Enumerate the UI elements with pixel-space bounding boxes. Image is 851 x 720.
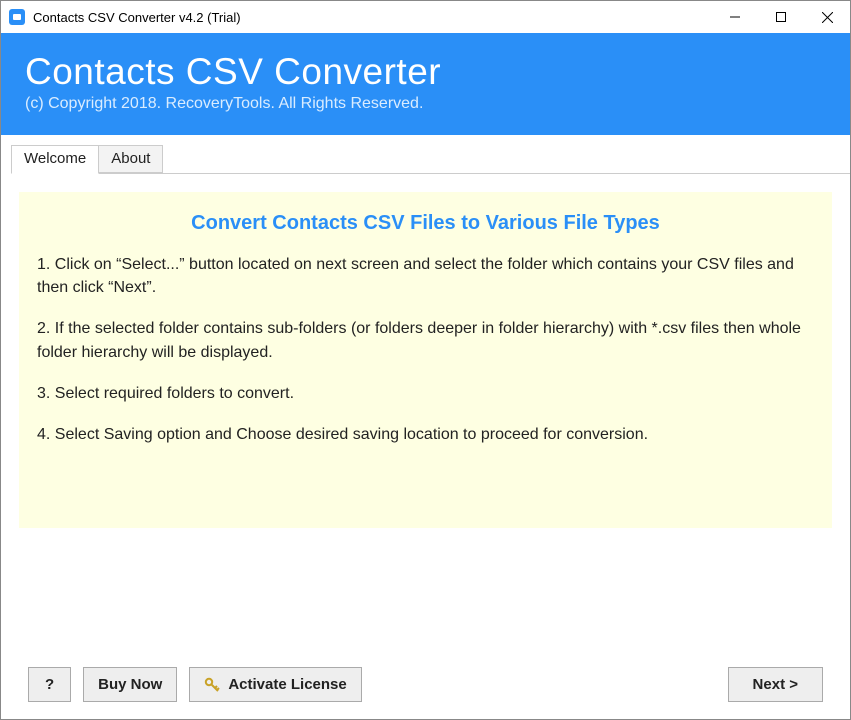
button-row: ? Buy Now Activate License Next > (0, 659, 851, 720)
banner-title: Contacts CSV Converter (25, 51, 826, 93)
banner-copyright: (c) Copyright 2018. RecoveryTools. All R… (25, 95, 826, 113)
minimize-icon (730, 12, 740, 22)
close-button[interactable] (804, 1, 850, 33)
tab-about[interactable]: About (98, 145, 163, 173)
step-1: 1. Click on “Select...” button located o… (37, 253, 814, 299)
titlebar: Contacts CSV Converter v4.2 (Trial) (1, 1, 850, 33)
next-button[interactable]: Next > (728, 667, 823, 702)
close-icon (822, 12, 833, 23)
key-icon (204, 677, 220, 693)
content-pane: Convert Contacts CSV Files to Various Fi… (1, 174, 850, 540)
help-button[interactable]: ? (28, 667, 71, 702)
buy-now-button[interactable]: Buy Now (83, 667, 177, 702)
tab-welcome[interactable]: Welcome (11, 145, 99, 174)
banner: Contacts CSV Converter (c) Copyright 201… (1, 33, 850, 135)
maximize-icon (776, 12, 786, 22)
maximize-button[interactable] (758, 1, 804, 33)
app-icon (9, 9, 25, 25)
window-controls (712, 1, 850, 33)
activate-license-label: Activate License (228, 676, 346, 693)
minimize-button[interactable] (712, 1, 758, 33)
step-2: 2. If the selected folder contains sub-f… (37, 317, 814, 363)
activate-license-button[interactable]: Activate License (189, 667, 361, 702)
step-3: 3. Select required folders to convert. (37, 382, 814, 405)
step-4: 4. Select Saving option and Choose desir… (37, 423, 814, 446)
welcome-heading: Convert Contacts CSV Files to Various Fi… (37, 212, 814, 235)
window-title: Contacts CSV Converter v4.2 (Trial) (33, 10, 712, 25)
tab-row: Welcome About (11, 145, 850, 174)
welcome-panel: Convert Contacts CSV Files to Various Fi… (19, 192, 832, 528)
